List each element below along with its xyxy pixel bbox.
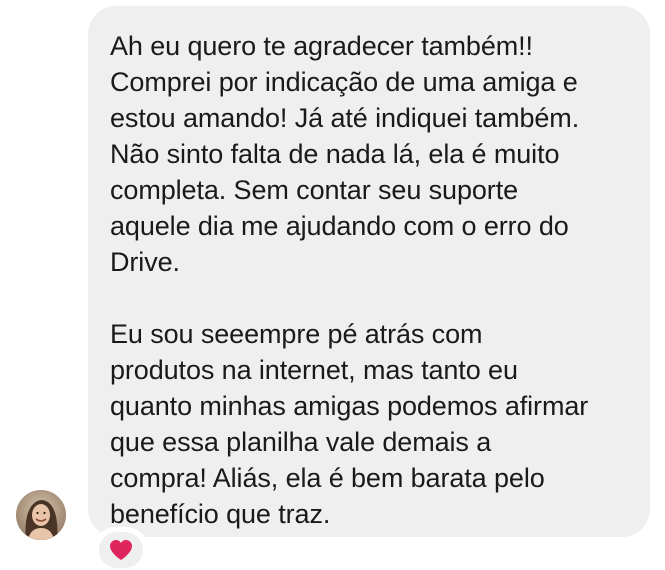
message-line: Drive. xyxy=(110,247,180,277)
message-line: produtos na internet, mas tanto eu xyxy=(110,355,518,385)
message-line: Comprei por indicação de uma amiga e xyxy=(110,67,578,97)
message-line: quanto minhas amigas podemos afirmar xyxy=(110,391,589,421)
message-line: benefício que traz. xyxy=(110,499,331,529)
reaction-badge[interactable] xyxy=(96,530,146,570)
message-paragraph-1: Ah eu quero te agradecer também!! Compre… xyxy=(110,28,630,280)
message-line: completa. Sem contar seu suporte xyxy=(110,175,519,205)
message-line: aquele dia me ajudando com o erro do xyxy=(110,211,569,241)
avatar-image xyxy=(16,490,66,540)
user-avatar-photo[interactable] xyxy=(16,490,66,540)
message-bubble[interactable]: Ah eu quero te agradecer também!! Compre… xyxy=(88,6,650,537)
message-line: compra! Aliás, ela é bem barata pelo xyxy=(110,463,545,493)
message-line: Não sinto falta de nada lá, ela é muito xyxy=(110,139,560,169)
red-heart-icon xyxy=(110,540,132,560)
message-line: estou amando! Já até indiquei também. xyxy=(110,103,580,133)
message-line: Ah eu quero te agradecer também!! xyxy=(110,31,533,61)
message-line: Eu sou seeempre pé atrás com xyxy=(110,319,483,349)
message-line: que essa planilha vale demais a xyxy=(110,427,492,457)
reaction-badge-inner xyxy=(99,532,143,568)
message-paragraph-2: Eu sou seeempre pé atrás com produtos na… xyxy=(110,316,630,532)
